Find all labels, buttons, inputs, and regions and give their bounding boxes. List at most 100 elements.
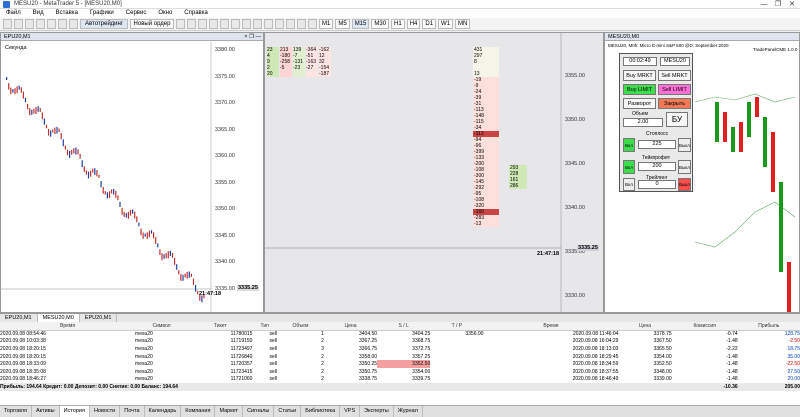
volume-field[interactable]: 2.00 <box>623 118 663 127</box>
sl-on-button[interactable]: Вкл <box>623 138 635 152</box>
menu-charts[interactable]: Графики <box>84 9 120 18</box>
sell-market-button[interactable]: Sell MRKT <box>658 70 691 81</box>
zoom-out-icon[interactable] <box>242 19 251 29</box>
navigator-icon[interactable] <box>36 19 45 29</box>
tf-d1[interactable]: D1 <box>422 19 437 29</box>
toolbox-tab[interactable]: Новости <box>90 406 121 417</box>
column-header[interactable]: Прибыль <box>737 322 800 331</box>
tab-chart-2[interactable]: MESU20,M0 <box>37 314 80 322</box>
column-header[interactable]: Комиссия <box>671 322 738 331</box>
tf-m1[interactable]: M1 <box>319 19 334 29</box>
line-tool-icon[interactable] <box>220 19 229 29</box>
toolbox-tab[interactable]: Активы <box>32 406 60 417</box>
tab-chart-1[interactable]: EPU20,M1 <box>0 314 38 322</box>
period-icon[interactable] <box>297 19 306 29</box>
toolbox-tab[interactable]: Почта <box>120 406 145 417</box>
toolbox-tab[interactable]: Календарь <box>145 406 182 417</box>
crosshair-icon[interactable] <box>198 19 207 29</box>
zoom-in-icon[interactable] <box>231 19 240 29</box>
sell-limit-button[interactable]: Sell LIMIT <box>658 84 691 95</box>
menu-file[interactable]: Файл <box>0 9 27 18</box>
column-header[interactable]: Тикет <box>188 322 253 331</box>
indicators-icon[interactable] <box>286 19 295 29</box>
table-row[interactable]: 2020.09.08 18:20:15 mesu20 11723497 sell 3 33… <box>0 345 800 353</box>
maximize-button[interactable]: ❐ <box>771 0 785 9</box>
editor-icon[interactable] <box>69 19 78 29</box>
depth-icon[interactable] <box>176 19 185 29</box>
table-row[interactable]: 2020.09.08 18:46:27 mesu20 11721060 sell 2 33… <box>0 376 800 384</box>
table-row[interactable]: 2020.09.08 18:33:09 mesu20 11720357 sell 2 33… <box>0 360 800 368</box>
new-order-button[interactable]: Новый ордер <box>130 19 174 29</box>
toolbox-tab[interactable]: История <box>59 406 90 417</box>
column-header[interactable]: Объем <box>276 322 324 331</box>
table-row[interactable]: 2020.09.08 18:35:08 mesu20 11723415 sell 2 33… <box>0 368 800 376</box>
cursor-icon[interactable] <box>209 19 218 29</box>
column-header[interactable]: Цена <box>618 322 672 331</box>
toolbox-tab[interactable]: Компания <box>181 406 216 417</box>
tf-h1[interactable]: H1 <box>391 19 405 29</box>
toolbox-tab[interactable]: Маркет <box>215 406 244 417</box>
chart-window-2[interactable]: 23 213 139 -364 -162 4 -180 -7 -51 12 9 -258 -131 -16… <box>264 32 605 314</box>
takeprofit-field[interactable]: 200 <box>638 162 676 171</box>
toolbox-tab[interactable]: Журнал <box>394 406 423 417</box>
autotrade-button[interactable]: Автотрейдинг <box>80 19 128 29</box>
minimize-button[interactable]: — <box>757 0 771 9</box>
close-button[interactable]: ✕ <box>785 0 799 9</box>
chart1-close-icon[interactable]: × ❐ — <box>244 33 261 41</box>
reverse-button[interactable]: Разворот <box>623 98 656 109</box>
signal-icon[interactable] <box>187 19 196 29</box>
tf-h4[interactable]: H4 <box>406 19 421 29</box>
menu-tools[interactable]: Сервис <box>120 9 153 18</box>
column-header[interactable]: S / L <box>377 322 431 331</box>
toolbox-tab[interactable]: Библиотека <box>301 406 341 417</box>
trailing-field[interactable]: 0 <box>638 180 676 189</box>
toolbox-tab[interactable]: Эксперты <box>360 406 394 417</box>
column-header[interactable]: Время <box>0 322 136 331</box>
sl-off-button[interactable]: Выкл <box>678 138 691 152</box>
table-row[interactable]: 2020.09.08 08:54:46 mesu20 11780015 sell 1 34… <box>0 330 800 338</box>
menu-help[interactable]: Справка <box>178 9 214 18</box>
profiles-icon[interactable] <box>14 19 23 29</box>
table-row[interactable]: 2020.09.08 18:20:15 mesu20 11726840 sell 2 33… <box>0 353 800 361</box>
buy-market-button[interactable]: Buy MRKT <box>623 70 656 81</box>
tf-mn[interactable]: MN <box>455 19 471 29</box>
grid-icon[interactable] <box>253 19 262 29</box>
trail-off-button[interactable]: Выкл <box>678 178 691 191</box>
toolbox-tab[interactable]: Статьи <box>274 406 302 417</box>
tf-m30[interactable]: M30 <box>371 19 390 29</box>
toolbox-tab[interactable]: VPS <box>340 406 361 417</box>
tester-icon[interactable] <box>58 19 67 29</box>
table-row[interactable]: 2020.09.08 10:03:38 mesu20 11719150 sell 2 33… <box>0 338 800 346</box>
tp-off-button[interactable]: Выкл <box>678 160 691 174</box>
tf-w1[interactable]: W1 <box>438 19 454 29</box>
table-cell: 2020.09.08 18:33:09 <box>0 361 46 368</box>
column-header[interactable]: T / P <box>430 322 484 331</box>
breakeven-button[interactable]: БУ <box>666 112 688 127</box>
templates-icon[interactable] <box>308 19 317 29</box>
tab-chart-3[interactable]: EPU20,M1 <box>80 314 118 322</box>
trail-on-button[interactable]: Вкл <box>623 178 635 191</box>
column-header[interactable]: Тип <box>252 322 277 331</box>
market-watch-icon[interactable] <box>25 19 34 29</box>
tf-m15[interactable]: M15 <box>351 19 370 29</box>
new-chart-icon[interactable] <box>3 19 12 29</box>
menu-view[interactable]: Вид <box>27 9 50 18</box>
close-position-button[interactable]: Закрыть <box>658 98 691 109</box>
chart-shift-icon[interactable] <box>275 19 284 29</box>
panel-symbol[interactable]: MESU20 <box>660 57 690 66</box>
chart2-canvas[interactable] <box>265 33 605 314</box>
toolbox-tab[interactable]: Торговля <box>0 406 32 417</box>
toolbox-tab[interactable]: Сигналы <box>243 406 275 417</box>
tf-m5[interactable]: M5 <box>335 19 350 29</box>
tp-on-button[interactable]: Вкл <box>623 160 635 174</box>
buy-limit-button[interactable]: Buy LIMIT <box>623 84 656 95</box>
autoscroll-icon[interactable] <box>264 19 273 29</box>
chart-window-1[interactable]: EPU20,M1 × ❐ — Секунда 3380.00 3375.00 3370… <box>0 32 264 313</box>
column-header[interactable]: Символ <box>135 322 189 331</box>
column-header[interactable]: Время <box>483 322 619 331</box>
stoploss-field[interactable]: 225 <box>638 140 676 149</box>
menu-window[interactable]: Окно <box>152 9 178 18</box>
column-header[interactable]: Цена <box>323 322 378 331</box>
menu-insert[interactable]: Вставка <box>50 9 84 18</box>
terminal-icon[interactable] <box>47 19 56 29</box>
